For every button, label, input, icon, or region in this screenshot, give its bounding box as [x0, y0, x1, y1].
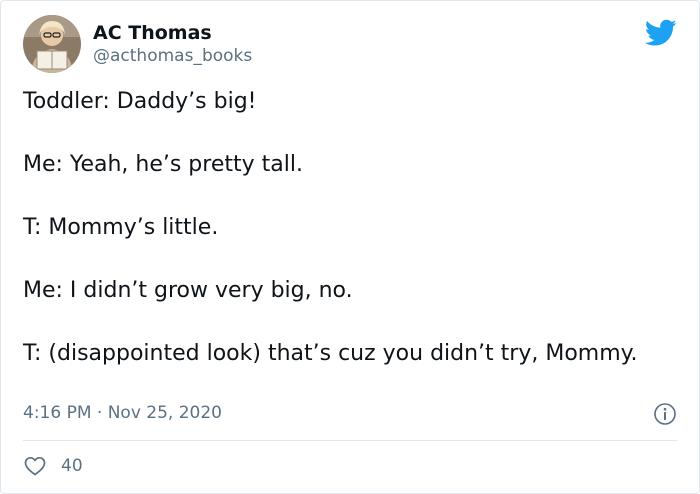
like-count[interactable]: 40	[61, 454, 83, 478]
heart-icon[interactable]	[23, 454, 47, 478]
tweet-actions: 40	[23, 454, 83, 478]
tweet-line: T: Mommy’s little.	[23, 215, 219, 240]
info-icon[interactable]	[653, 402, 677, 426]
author-names: AC Thomas @acthomas_books	[93, 21, 252, 67]
avatar-photo-icon	[23, 15, 81, 73]
tweet-text: Toddler: Daddy’s big! Me: Yeah, he’s pre…	[23, 87, 663, 369]
divider	[23, 440, 677, 441]
tweet-line: T: (disappointed look) that’s cuz you di…	[23, 341, 638, 366]
tweet-header: AC Thomas @acthomas_books	[23, 15, 252, 73]
twitter-bird-icon[interactable]	[645, 19, 677, 47]
author-display-name[interactable]: AC Thomas	[93, 21, 252, 45]
tweet-line: Me: I didn’t grow very big, no.	[23, 278, 353, 303]
tweet-line: Me: Yeah, he’s pretty tall.	[23, 152, 303, 177]
avatar[interactable]	[23, 15, 81, 73]
tweet-timestamp[interactable]: 4:16 PM · Nov 25, 2020	[23, 401, 222, 425]
tweet-card: AC Thomas @acthomas_books Toddler: Daddy…	[0, 0, 700, 494]
author-handle[interactable]: @acthomas_books	[93, 45, 252, 67]
tweet-line: Toddler: Daddy’s big!	[23, 89, 257, 114]
